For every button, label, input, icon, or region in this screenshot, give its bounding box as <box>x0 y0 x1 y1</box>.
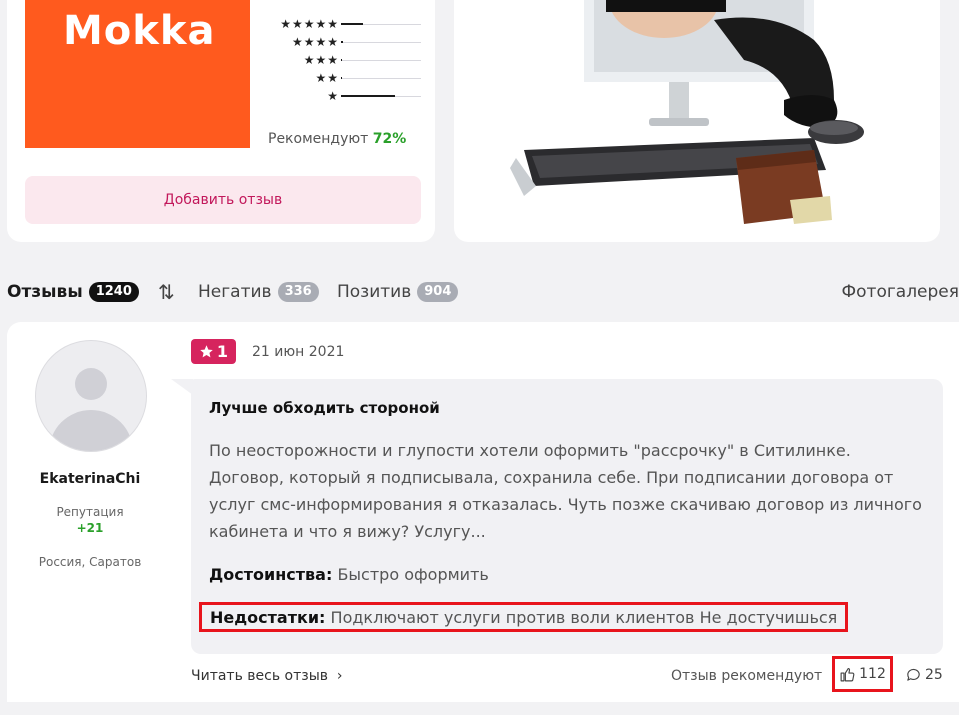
comment-count: 25 <box>925 666 943 683</box>
rating-row[interactable]: ★★★ <box>269 52 421 70</box>
like-button[interactable]: 112 <box>832 656 893 692</box>
pros-label: Достоинства: <box>209 565 333 584</box>
rating-row-track <box>341 95 421 97</box>
mokka-logo: Mokka <box>25 0 250 148</box>
rating-row-fill <box>341 41 344 43</box>
tab-negative-count: 336 <box>277 282 319 302</box>
tab-negative[interactable]: Негатив 336 <box>198 278 319 306</box>
cons-text: Подключают услуги против воли клиентов Н… <box>330 608 838 627</box>
rating-row-stars: ★★★★★ <box>280 17 339 31</box>
rating-row[interactable]: ★ <box>269 88 421 106</box>
tab-positive[interactable]: Позитив 904 <box>337 278 459 306</box>
tab-reviews-count: 1240 <box>88 282 139 302</box>
logo-text: Mokka <box>63 8 216 54</box>
review-pros: Достоинства: Быстро оформить <box>209 565 489 584</box>
rating-distribution: ★★★★★ ★★★★ ★★★ ★★ ★ <box>269 16 421 106</box>
avatar-body-shape <box>49 410 133 451</box>
rating-row-track <box>341 23 421 25</box>
avatar[interactable] <box>35 340 147 452</box>
reputation-value: +21 <box>76 521 104 535</box>
tab-positive-label: Позитив <box>337 282 412 302</box>
rating-value: 1 <box>216 342 229 361</box>
rating-row-fill <box>341 77 342 79</box>
review-title[interactable]: Лучше обходить стороной <box>209 399 440 417</box>
pros-text: Быстро оформить <box>337 565 489 584</box>
bubble-tail <box>171 379 193 395</box>
recommend-label: Рекомендуют <box>268 131 369 147</box>
rating-row[interactable]: ★★★★★ <box>269 16 421 34</box>
illustration-card <box>454 0 940 242</box>
recommend-stat: Рекомендуют 72% <box>268 131 406 147</box>
reputation-label: Репутация <box>56 505 124 519</box>
tab-reviews[interactable]: Отзывы 1240 <box>7 278 139 306</box>
avatar-head-shape <box>75 368 107 400</box>
read-full-label: Читать весь отзыв <box>191 668 329 684</box>
rating-row[interactable]: ★★★★ <box>269 34 421 52</box>
comment-icon <box>907 669 920 681</box>
rating-badge: 1 <box>191 339 236 364</box>
add-review-button[interactable]: Добавить отзыв <box>25 176 421 224</box>
rating-row-stars: ★ <box>327 89 339 103</box>
rating-row-fill <box>341 23 364 25</box>
chevron-right-icon: › <box>332 668 343 684</box>
tab-negative-label: Негатив <box>198 282 272 302</box>
product-summary-card: Mokka ★★★★★ ★★★★ ★★★ ★★ ★ Рекомендуют 72% До… <box>7 0 435 242</box>
rating-row-track <box>341 77 421 79</box>
rating-row-track <box>341 59 421 61</box>
rating-row-fill <box>341 59 342 61</box>
rating-row-stars: ★★ <box>315 71 339 85</box>
star-icon <box>200 345 213 358</box>
rating-row-stars: ★★★ <box>303 53 339 67</box>
tab-positive-count: 904 <box>417 282 459 302</box>
like-count: 112 <box>859 666 886 682</box>
rating-row[interactable]: ★★ <box>269 70 421 88</box>
computer-thief-illustration <box>510 0 864 224</box>
rating-row-track <box>341 41 421 43</box>
read-full-review-link[interactable]: Читать весь отзыв › <box>191 668 343 684</box>
recommend-value: 72% <box>372 131 407 147</box>
tab-gallery[interactable]: Фотогалерея <box>842 278 959 306</box>
cons-label: Недостатки: <box>210 608 326 627</box>
review-date: 21 июн 2021 <box>252 344 345 360</box>
comments-button[interactable]: 25 <box>905 666 943 683</box>
review-tabs: Отзывы 1240 ⇅ Негатив 336 Позитив 904 Фо… <box>7 278 959 306</box>
sort-icon[interactable]: ⇅ <box>158 278 175 306</box>
review-card: EkaterinaChi Репутация +21 Россия, Сарат… <box>7 322 959 702</box>
rating-row-stars: ★★★★ <box>291 35 339 49</box>
rating-row-fill <box>341 95 395 97</box>
author-location: Россия, Саратов <box>38 555 142 569</box>
review-bubble: Лучше обходить стороной По неосторожност… <box>191 379 943 654</box>
review-cons: Недостатки: Подключают услуги против вол… <box>199 602 849 632</box>
review-recommends-label: Отзыв рекомендуют <box>671 668 823 684</box>
review-author[interactable]: EkaterinaChi <box>7 471 173 487</box>
thumbs-up-icon <box>840 667 855 681</box>
tab-reviews-label: Отзывы <box>7 282 83 302</box>
review-text: По неосторожности и глупости хотели офор… <box>209 441 922 541</box>
